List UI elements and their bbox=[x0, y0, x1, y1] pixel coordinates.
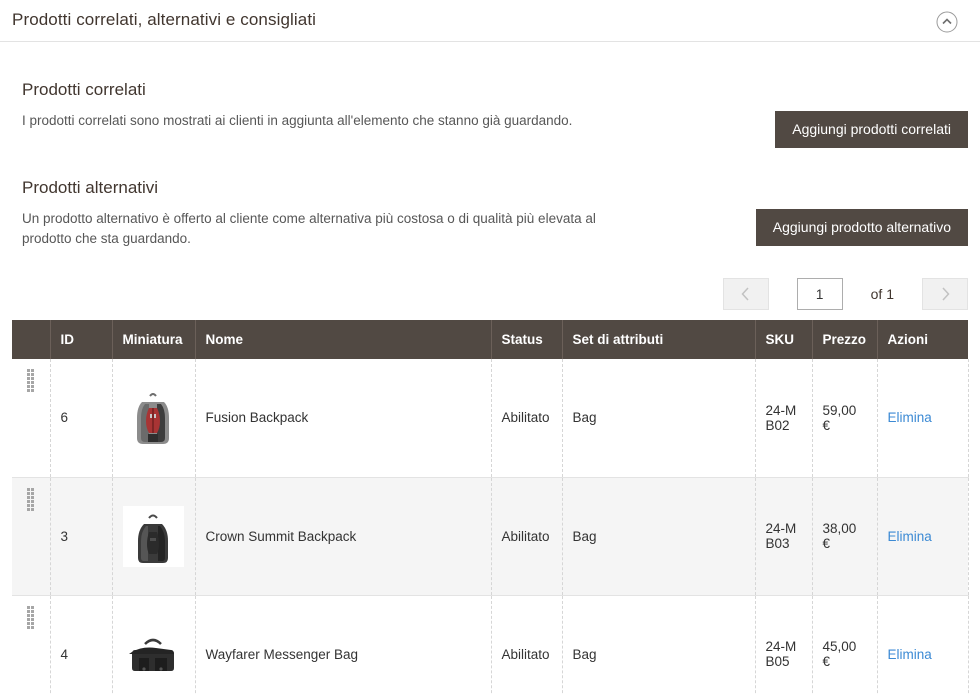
cell-status: Abilitato bbox=[491, 477, 563, 596]
cell-price: 38,00 € bbox=[812, 477, 878, 596]
cell-sku: 24-MB05 bbox=[755, 595, 813, 695]
cell-sku: 24-MB03 bbox=[755, 477, 813, 596]
page-title: Prodotti correlati, alternativi e consig… bbox=[12, 10, 317, 29]
cell-id: 6 bbox=[50, 359, 113, 478]
row-drag-cell[interactable] bbox=[12, 359, 51, 478]
messenger-bag-black-thumbnail bbox=[122, 623, 184, 685]
cell-thumbnail bbox=[112, 359, 196, 478]
column-header-actions: Azioni bbox=[877, 320, 968, 359]
table-header-row: ID Miniatura Nome Status Set di attribut… bbox=[12, 320, 968, 359]
page-count-label: of 1 bbox=[870, 286, 894, 302]
cell-name: Crown Summit Backpack bbox=[195, 477, 492, 596]
cell-name: Wayfarer Messenger Bag bbox=[195, 595, 492, 695]
table-row: 3 Crown Summit Backpack Abilitato Bag 24… bbox=[12, 477, 969, 596]
chevron-up-circle-icon[interactable] bbox=[936, 11, 958, 33]
cell-id: 4 bbox=[50, 595, 113, 695]
column-header-price: Prezzo bbox=[812, 320, 878, 359]
upsell-products-heading: Prodotti alternativi bbox=[22, 178, 159, 197]
section-header: Prodotti correlati, alternativi e consig… bbox=[0, 0, 980, 42]
cell-actions: Elimina bbox=[877, 595, 969, 695]
cell-sku: 24-MB02 bbox=[755, 359, 813, 478]
delete-link[interactable]: Elimina bbox=[888, 410, 932, 425]
column-header-sku: SKU bbox=[755, 320, 813, 359]
delete-link[interactable]: Elimina bbox=[888, 529, 932, 544]
page-number-input[interactable] bbox=[796, 278, 843, 310]
table-header: ID Miniatura Nome Status Set di attribut… bbox=[12, 320, 968, 359]
related-products-description: I prodotti correlati sono mostrati ai cl… bbox=[22, 113, 573, 128]
related-products-panel: Prodotti correlati, alternativi e consig… bbox=[0, 0, 980, 695]
cell-price: 59,00 € bbox=[812, 359, 878, 478]
drag-handle-icon[interactable] bbox=[25, 605, 36, 630]
previous-page-button[interactable] bbox=[722, 278, 769, 310]
delete-link[interactable]: Elimina bbox=[888, 647, 932, 662]
table-row: 6 Fusion Backpack Abilitato Bag 24-MB02 … bbox=[12, 359, 969, 478]
cell-status: Abilitato bbox=[491, 359, 563, 478]
related-products-heading: Prodotti correlati bbox=[22, 80, 146, 99]
cell-actions: Elimina bbox=[877, 359, 969, 478]
next-page-button[interactable] bbox=[922, 278, 968, 310]
row-drag-cell[interactable] bbox=[12, 477, 51, 596]
cell-thumbnail bbox=[112, 477, 196, 596]
drag-handle-icon[interactable] bbox=[25, 487, 36, 512]
chevron-left-icon bbox=[741, 287, 749, 301]
cell-attribute-set: Bag bbox=[562, 595, 756, 695]
column-header-thumbnail: Miniatura bbox=[112, 320, 196, 359]
backpack-red-gray-thumbnail bbox=[122, 387, 184, 449]
cell-thumbnail bbox=[112, 595, 196, 695]
drag-handle-icon[interactable] bbox=[25, 369, 36, 393]
pagination: of 1 bbox=[722, 278, 968, 310]
cell-attribute-set: Bag bbox=[562, 359, 756, 478]
table-row: 4 Wayfarer Messenger Bag Abilitato Bag 2… bbox=[12, 595, 969, 695]
column-header-id: ID bbox=[50, 320, 113, 359]
cell-name: Fusion Backpack bbox=[195, 359, 492, 478]
cell-attribute-set: Bag bbox=[562, 477, 756, 596]
row-drag-cell[interactable] bbox=[12, 595, 51, 695]
backpack-black-thumbnail bbox=[122, 505, 184, 567]
upsell-products-description: Un prodotto alternativo è offerto al cli… bbox=[22, 211, 596, 246]
table-body: 6 Fusion Backpack Abilitato Bag 24-MB02 … bbox=[12, 359, 969, 695]
cell-id: 3 bbox=[50, 477, 113, 596]
chevron-right-icon bbox=[941, 287, 950, 301]
column-header-name: Nome bbox=[195, 320, 492, 359]
cell-actions: Elimina bbox=[877, 477, 969, 596]
column-header-attribute-set: Set di attributi bbox=[562, 320, 756, 359]
column-header-handle bbox=[12, 320, 51, 359]
cell-price: 45,00 € bbox=[812, 595, 878, 695]
cell-status: Abilitato bbox=[491, 595, 563, 695]
add-related-products-button[interactable]: Aggiungi prodotti correlati bbox=[775, 111, 968, 148]
related-products-table: ID Miniatura Nome Status Set di attribut… bbox=[12, 320, 969, 695]
add-upsell-product-button[interactable]: Aggiungi prodotto alternativo bbox=[755, 209, 968, 246]
column-header-status: Status bbox=[491, 320, 563, 359]
